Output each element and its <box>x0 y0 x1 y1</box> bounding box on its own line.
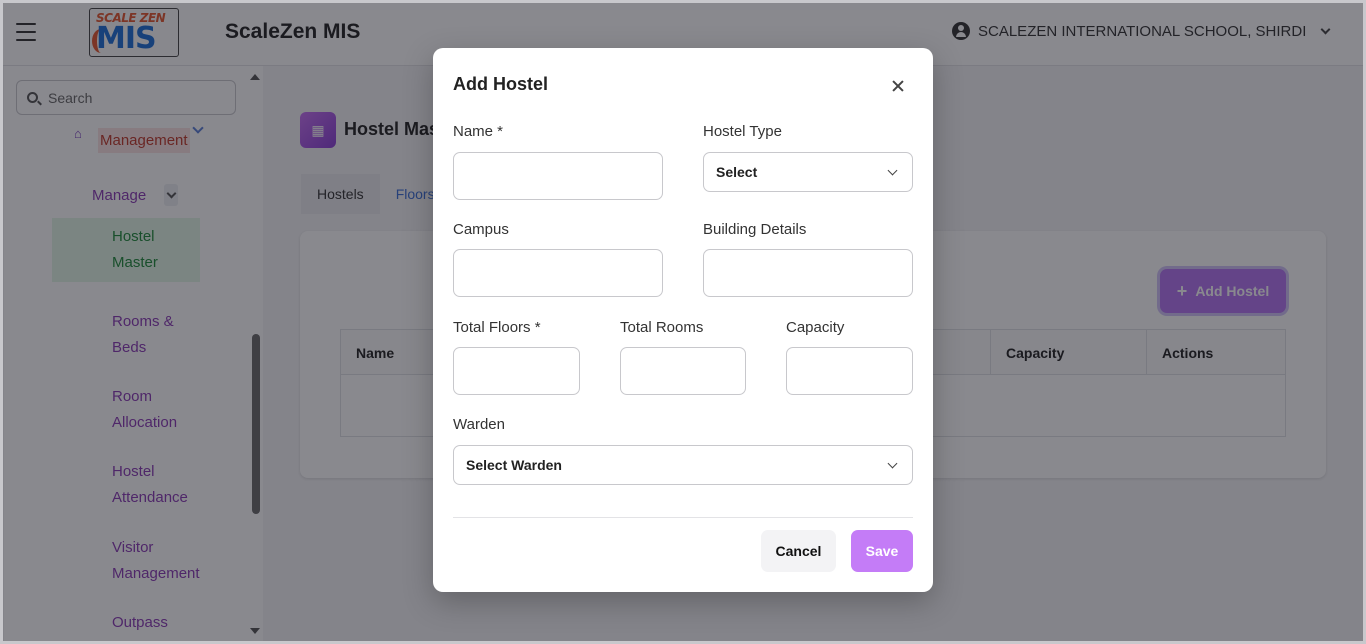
add-hostel-modal: Add Hostel Name * Hostel Type Select Cam… <box>433 48 933 592</box>
capacity-input[interactable] <box>786 347 913 395</box>
modal-divider <box>453 517 913 518</box>
capacity-label: Capacity <box>786 319 845 336</box>
warden-label: Warden <box>453 416 505 433</box>
warden-value: Select Warden <box>466 457 562 473</box>
hostel-type-label: Hostel Type <box>703 123 782 140</box>
chevron-down-icon <box>887 165 898 176</box>
name-label: Name * <box>453 123 504 140</box>
hostel-type-select[interactable]: Select <box>703 152 913 192</box>
chevron-down-icon <box>887 458 898 469</box>
name-input[interactable] <box>453 152 663 200</box>
building-details-label: Building Details <box>703 221 807 238</box>
close-icon[interactable] <box>888 76 908 96</box>
campus-label: Campus <box>453 221 509 238</box>
campus-input[interactable] <box>453 249 663 297</box>
cancel-button[interactable]: Cancel <box>761 530 836 572</box>
hostel-type-value: Select <box>716 164 758 180</box>
building-details-input[interactable] <box>703 249 913 297</box>
total-rooms-label: Total Rooms <box>620 319 704 336</box>
modal-title: Add Hostel <box>453 74 549 94</box>
total-rooms-input[interactable] <box>620 347 746 395</box>
total-floors-input[interactable] <box>453 347 580 395</box>
save-button[interactable]: Save <box>851 530 913 572</box>
warden-select[interactable]: Select Warden <box>453 445 913 485</box>
total-floors-label: Total Floors * <box>453 319 541 336</box>
